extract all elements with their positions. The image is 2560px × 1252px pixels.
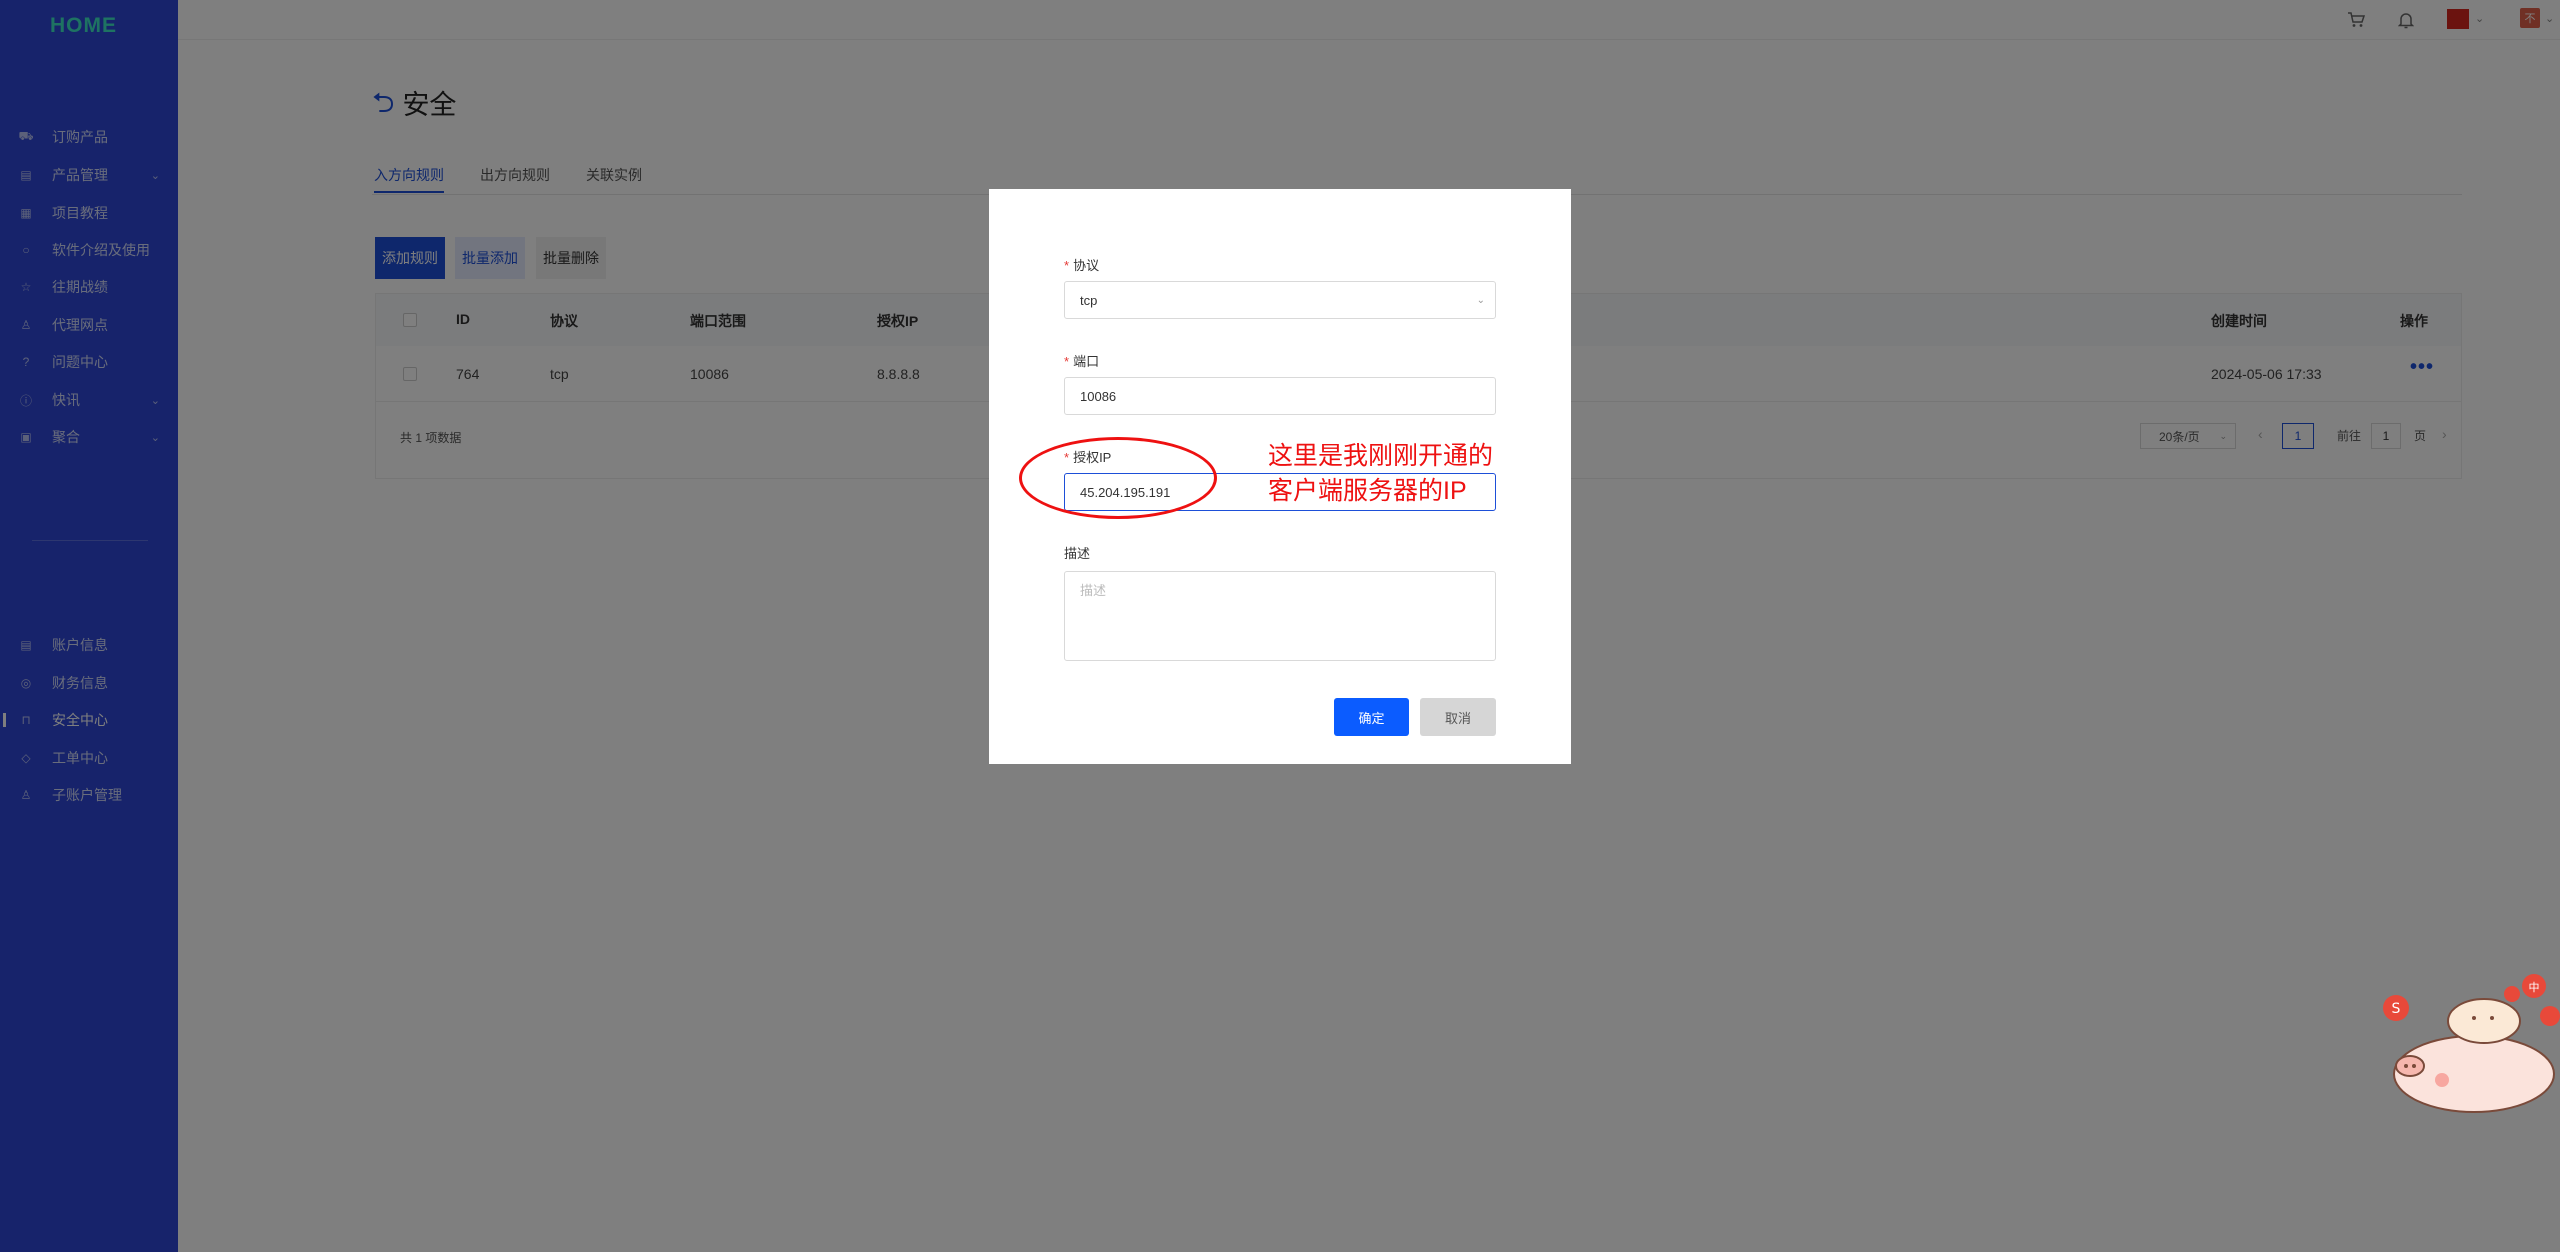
annotation-text: 这里是我刚刚开通的 客户端服务器的IP [1268,442,1494,505]
cancel-button[interactable]: 取消 [1420,698,1496,736]
confirm-button[interactable]: 确定 [1334,698,1409,736]
protocol-label: * 协议 [1064,258,1100,273]
protocol-value: tcp [1080,292,1098,308]
description-textarea[interactable]: 描述 [1064,571,1496,661]
svg-text:S: S [2392,1001,2401,1017]
svg-text:中: 中 [2529,981,2540,994]
description-label: 描述 [1064,546,1091,561]
pig-mascot-icon[interactable]: S 中 [2374,966,2560,1116]
port-label: * 端口 [1064,354,1100,369]
annotation-circle [1019,437,1217,519]
port-value: 10086 [1080,388,1117,404]
protocol-select[interactable]: tcp ⌄ [1064,281,1496,319]
port-input[interactable]: 10086 [1064,377,1496,415]
chevron-down-icon: ⌄ [1476,294,1485,306]
